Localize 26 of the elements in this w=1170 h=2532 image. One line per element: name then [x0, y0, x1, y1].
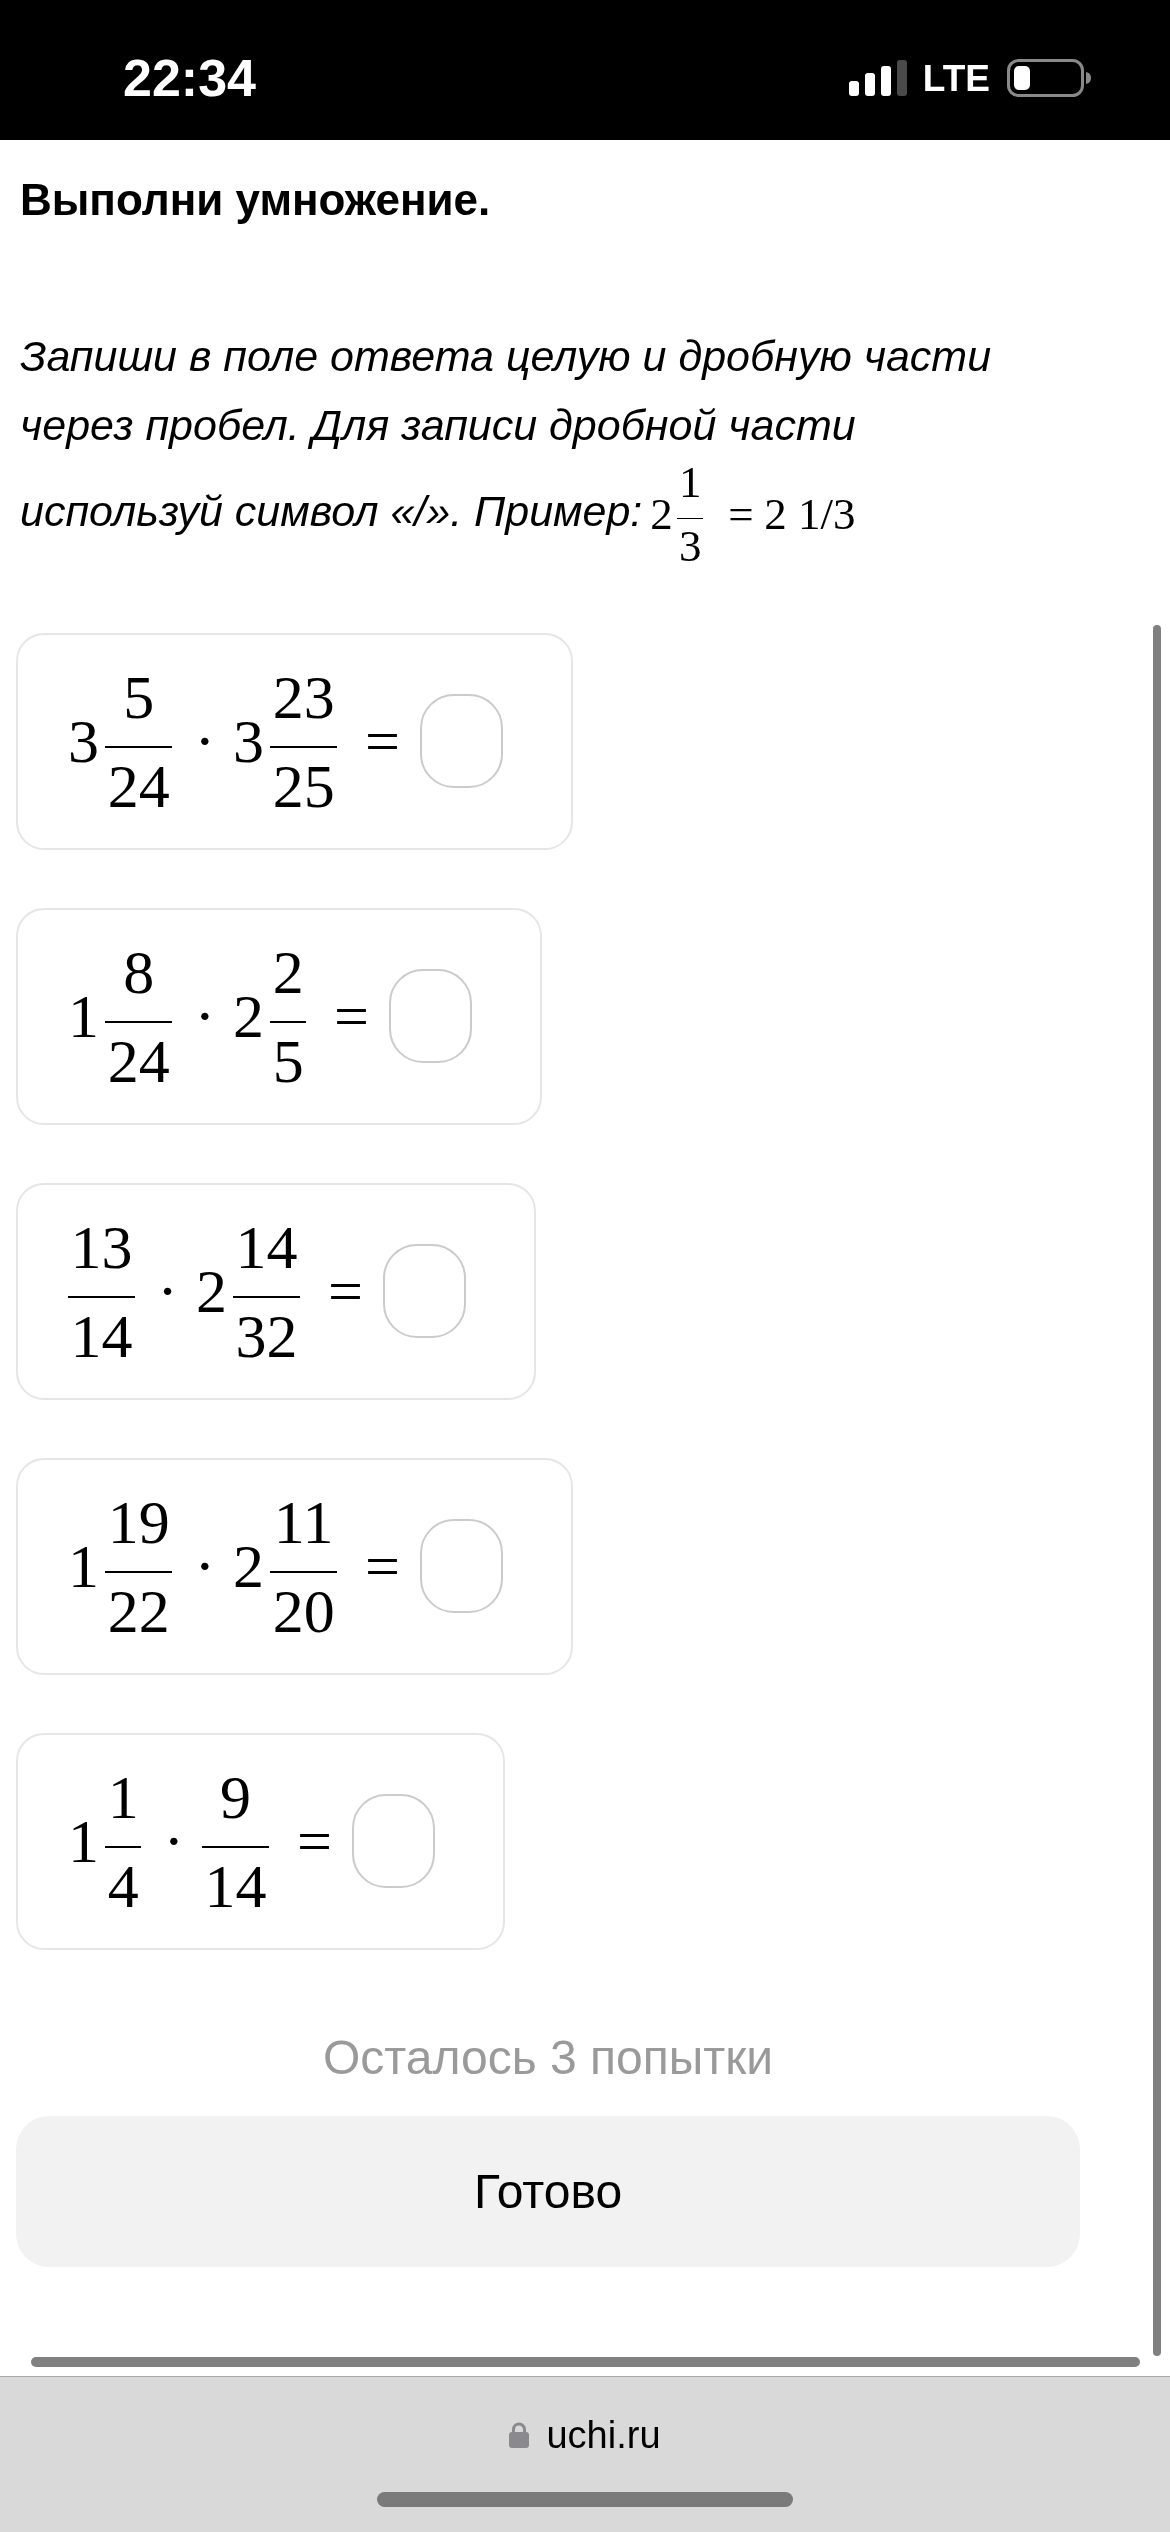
attempts-left-text: Осталось 3 попытки	[322, 2030, 774, 2086]
fraction: 9 14	[202, 1766, 269, 1917]
multiplication-sign: ·	[194, 985, 216, 1048]
lock-icon	[509, 2422, 530, 2448]
multiplication-sign: ·	[163, 1810, 185, 1873]
fraction: 13 14	[68, 1216, 135, 1367]
network-type: LTE	[922, 59, 990, 97]
multiplication-sign: ·	[194, 710, 216, 773]
multiplication-sign: ·	[157, 1260, 178, 1323]
signal-icon	[848, 60, 907, 96]
multiplication-sign: ·	[194, 1535, 216, 1598]
done-button[interactable]: Готово	[16, 2116, 1080, 2267]
equals-sign: =	[365, 710, 401, 773]
answer-box[interactable]	[351, 1794, 435, 1889]
answer-box[interactable]	[389, 969, 473, 1064]
answer-box[interactable]	[420, 694, 504, 789]
equals-sign: =	[296, 1810, 332, 1873]
answer-box[interactable]	[420, 1519, 504, 1614]
battery-icon	[1007, 59, 1091, 97]
answer-box[interactable]	[382, 1244, 466, 1339]
equals-sign: =	[365, 1535, 401, 1598]
equals-sign: =	[327, 1260, 363, 1323]
status-time: 22:34	[123, 52, 256, 104]
url-text[interactable]: uchi.ru	[546, 2414, 661, 2456]
task-title: Выполни умножение.	[20, 174, 491, 226]
equals-sign: =	[334, 985, 370, 1048]
